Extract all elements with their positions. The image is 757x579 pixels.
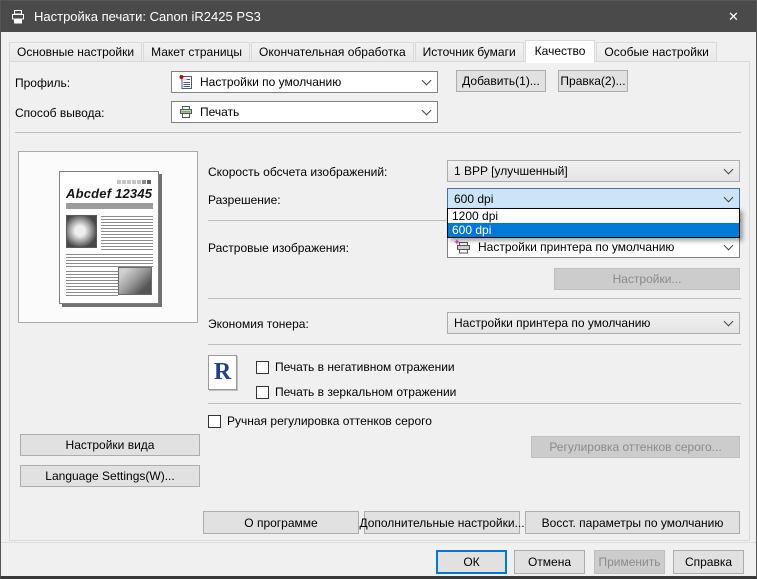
grayscale-settings-button: Регулировка оттенков серого... xyxy=(531,436,740,458)
restore-defaults-button[interactable]: Восст. параметры по умолчанию xyxy=(525,511,740,534)
profile-icon xyxy=(178,74,194,90)
image-refinement-combobox[interactable]: 1 BPP [улучшенный] xyxy=(447,160,740,182)
halftones-label: Растровые изображения: xyxy=(208,241,349,255)
chevron-down-icon xyxy=(723,316,734,327)
image-refinement-value: 1 BPP [улучшенный] xyxy=(454,164,568,178)
divider xyxy=(208,298,741,299)
letter-r-glyph: R xyxy=(213,359,232,385)
divider xyxy=(208,403,741,404)
tab-finishing[interactable]: Окончательная обработка xyxy=(251,42,414,62)
preview-text-lines xyxy=(66,271,118,297)
checkbox-unchecked[interactable] xyxy=(256,360,269,374)
toner-save-label: Экономия тонера: xyxy=(208,317,309,331)
footer-divider xyxy=(1,542,756,543)
divider xyxy=(208,344,741,345)
output-method-combobox[interactable]: Печать xyxy=(171,101,438,123)
tab-page-layout[interactable]: Макет страницы xyxy=(143,42,251,62)
preview-panel: Abcdef 12345 xyxy=(18,151,198,323)
help-button[interactable]: Справка xyxy=(673,550,744,574)
apply-button: Применить xyxy=(594,550,665,574)
preview-text-lines xyxy=(101,216,153,250)
negative-print-label: Печать в негативном отражении xyxy=(275,360,455,374)
resolution-dropdown-list: 1200 dpi 600 dpi xyxy=(447,208,740,238)
divider xyxy=(15,132,741,133)
printer-icon xyxy=(10,9,26,25)
resolution-combobox[interactable]: 600 dpi xyxy=(447,188,740,209)
profile-value: Настройки по умолчанию xyxy=(200,75,342,89)
edit-profile-button[interactable]: Правка(2)... xyxy=(558,70,628,92)
chevron-down-icon xyxy=(723,164,734,175)
add-profile-button[interactable]: Добавить(1)... xyxy=(456,70,546,92)
letter-r-icon: R xyxy=(208,355,237,390)
mirror-print-checkbox-row[interactable]: Печать в зеркальном отражении xyxy=(256,385,456,399)
profile-label: Профиль: xyxy=(15,76,71,90)
printer-sparkle-icon xyxy=(454,239,472,255)
halftones-value: Настройки принтера по умолчанию xyxy=(478,240,675,254)
preview-subtitle-bar xyxy=(66,203,153,209)
chevron-down-icon xyxy=(723,240,734,251)
view-settings-button[interactable]: Настройки вида xyxy=(20,434,200,456)
about-button[interactable]: О программе xyxy=(203,511,359,534)
ok-button[interactable]: ОК xyxy=(436,550,507,574)
resolution-value: 600 dpi xyxy=(454,191,494,206)
preview-flower-image xyxy=(66,215,97,248)
grayscale-adjust-checkbox-row[interactable]: Ручная регулировка оттенков серого xyxy=(208,414,432,428)
resolution-option-600dpi[interactable]: 600 dpi xyxy=(448,223,739,237)
close-button[interactable]: ✕ xyxy=(711,1,756,32)
title-bar: Настройка печати: Canon iR2425 PS3 ✕ xyxy=(1,1,756,32)
output-method-value: Печать xyxy=(200,105,240,119)
tab-quality[interactable]: Качество xyxy=(524,40,596,63)
print-preferences-dialog: Настройка печати: Canon iR2425 PS3 ✕ Осн… xyxy=(0,0,757,579)
preview-color-squares xyxy=(117,180,151,184)
advanced-settings-button[interactable]: Дополнительные настройки... xyxy=(359,511,525,534)
tab-bar: Основные настройки Макет страницы Оконча… xyxy=(9,40,718,63)
checkbox-unchecked[interactable] xyxy=(256,385,269,399)
chevron-down-icon xyxy=(421,75,432,86)
preview-headline: Abcdef 12345 xyxy=(66,186,153,201)
preview-text-lines xyxy=(66,254,153,268)
negative-print-checkbox-row[interactable]: Печать в негативном отражении xyxy=(256,360,455,374)
checkbox-unchecked[interactable] xyxy=(208,414,221,428)
toner-save-combobox[interactable]: Настройки принтера по умолчанию xyxy=(447,312,740,334)
image-refinement-label: Скорость обсчета изображений: xyxy=(208,165,388,179)
halftones-combobox[interactable]: Настройки принтера по умолчанию xyxy=(447,236,740,258)
window-title: Настройка печати: Canon iR2425 PS3 xyxy=(34,9,261,24)
preview-page: Abcdef 12345 xyxy=(59,171,159,304)
language-settings-button[interactable]: Language Settings(W)... xyxy=(20,465,200,487)
tab-paper-source[interactable]: Источник бумаги xyxy=(414,42,524,62)
chevron-down-icon xyxy=(421,105,432,116)
output-method-label: Способ вывода: xyxy=(15,106,105,120)
tab-special-settings[interactable]: Особые настройки xyxy=(596,42,717,62)
tab-basic-settings[interactable]: Основные настройки xyxy=(9,42,143,62)
halftones-settings-button: Настройки... xyxy=(554,268,740,290)
grayscale-adjust-label: Ручная регулировка оттенков серого xyxy=(227,414,432,428)
print-icon xyxy=(178,104,194,120)
profile-combobox[interactable]: Настройки по умолчанию xyxy=(171,71,438,93)
chevron-down-icon xyxy=(723,192,734,202)
resolution-label: Разрешение: xyxy=(208,193,281,207)
preview-cubes-image xyxy=(118,267,152,295)
resolution-option-1200dpi[interactable]: 1200 dpi xyxy=(448,209,739,223)
mirror-print-label: Печать в зеркальном отражении xyxy=(275,385,457,399)
toner-save-value: Настройки принтера по умолчанию xyxy=(454,316,651,330)
cancel-button[interactable]: Отмена xyxy=(514,550,585,574)
